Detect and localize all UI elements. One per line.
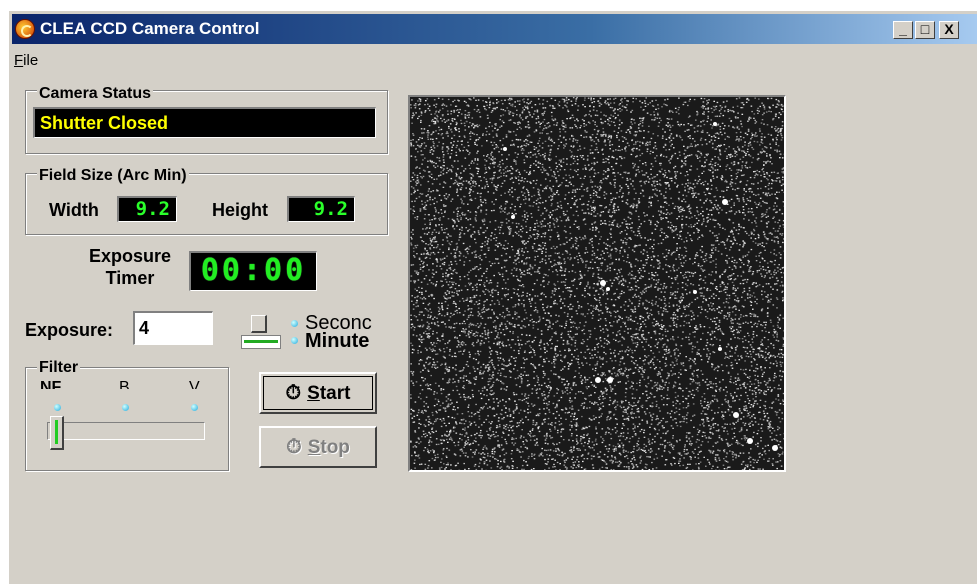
minutes-indicator-icon [291,337,298,344]
exposure-timer-label-line1: Exposure [88,246,172,266]
filter-slider-thumb[interactable] [50,416,64,450]
toggle-knob [251,315,267,333]
camera-status-text: Shutter Closed [40,113,169,133]
close-icon: X [944,21,954,37]
filter-b-marker-icon [122,404,129,411]
maximize-button[interactable]: □ [915,21,935,39]
minimize-icon: _ [899,21,907,37]
ccd-image-view [408,95,786,472]
exposure-input[interactable] [133,311,213,345]
filter-option-b[interactable]: B [119,377,130,389]
ccd-star-field [410,97,784,470]
maximize-icon: □ [920,21,930,37]
stopwatch-icon: ⏱ [286,435,302,458]
clea-logo-icon [15,19,35,39]
exposure-timer-label-line2: Timer [105,268,155,288]
close-button[interactable]: X [939,21,959,39]
start-button[interactable]: ⏱ Start [259,372,377,414]
stop-button-label: Stop [307,436,350,458]
width-value: 9.2 [135,198,170,220]
title-bar[interactable]: CLEA CCD Camera Control _ □ X [12,14,977,44]
width-value-display: 9.2 [117,196,177,222]
window-title: CLEA CCD Camera Control [40,19,260,38]
toggle-base [241,335,281,349]
filter-label: Filter [37,359,81,377]
camera-status-display: Shutter Closed [33,107,376,138]
menu-file[interactable]: File [14,52,38,69]
start-button-label: Start [307,382,351,404]
filter-option-nf[interactable]: NF [40,377,61,389]
stopwatch-icon: ⏱ [285,381,302,404]
filter-option-v[interactable]: V [189,377,200,389]
camera-status-label: Camera Status [37,85,154,103]
seconds-indicator-icon [291,320,298,327]
height-value-display: 9.2 [287,196,355,222]
exposure-timer-display: 00:00 [189,251,317,291]
filter-nf-marker-icon [54,404,61,411]
filter-v-marker-icon [191,404,198,411]
exposure-unit-toggle[interactable] [241,315,281,353]
menu-file-label: File [14,52,39,69]
filter-slider-track[interactable] [47,422,205,440]
height-value: 9.2 [313,198,348,220]
exposure-timer-label: Exposure Timer [82,245,178,289]
height-label: Height [212,200,268,220]
minimize-button[interactable]: _ [893,21,913,39]
field-size-label: Field Size (Arc Min) [37,167,189,185]
width-label: Width [49,200,99,220]
exposure-label: Exposure: [25,320,114,340]
unit-minutes-label[interactable]: Minute [305,331,369,351]
stop-button[interactable]: ⏱ Stop [259,426,377,468]
